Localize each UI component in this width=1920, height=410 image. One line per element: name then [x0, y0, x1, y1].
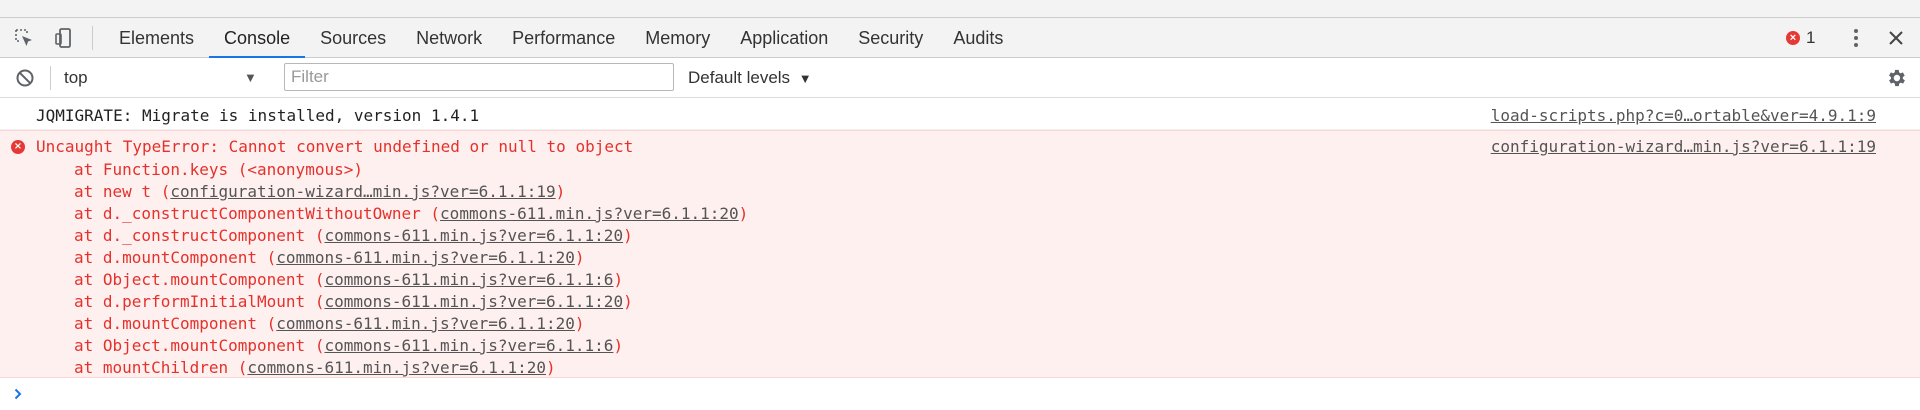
caret-down-icon: ▼ — [798, 71, 812, 86]
stack-frame-close-paren: ) — [353, 160, 363, 179]
toolbar-divider — [50, 66, 51, 90]
stack-frame: at mountChildren (commons-611.min.js?ver… — [74, 357, 748, 379]
tab-security[interactable]: Security — [843, 18, 938, 58]
context-value: top — [64, 68, 88, 87]
stack-frame-source-link[interactable]: commons-611.min.js?ver=6.1.1:20 — [247, 358, 546, 377]
window-top-strip — [0, 0, 1920, 18]
inspect-element-icon[interactable] — [6, 18, 42, 58]
stack-frame-function: at d.mountComponent ( — [74, 314, 277, 333]
stack-frame-function: at d.mountComponent ( — [74, 248, 277, 267]
context-selector[interactable]: top ▼ — [64, 64, 264, 92]
tab-elements[interactable]: Elements — [104, 18, 209, 58]
error-circle-icon: × — [1786, 31, 1800, 45]
stack-frame-source-link[interactable]: commons-611.min.js?ver=6.1.1:6 — [324, 336, 613, 355]
log-message-text: JQMIGRATE: Migrate is installed, version… — [36, 106, 480, 125]
stack-frame-source-link[interactable]: commons-611.min.js?ver=6.1.1:20 — [324, 226, 623, 245]
error-count-value: 1 — [1806, 28, 1816, 47]
tab-application[interactable]: Application — [725, 18, 843, 58]
console-prompt[interactable] — [0, 380, 1920, 408]
device-toolbar-icon[interactable] — [46, 18, 82, 58]
stack-frame-source-link[interactable]: commons-611.min.js?ver=6.1.1:20 — [324, 292, 623, 311]
error-headline: Uncaught TypeError: Cannot convert undef… — [36, 137, 634, 156]
stack-frame-function: at Function.keys ( — [74, 160, 248, 179]
stack-frame-source-link[interactable]: commons-611.min.js?ver=6.1.1:20 — [276, 314, 575, 333]
console-error-message: × Uncaught TypeError: Cannot convert und… — [0, 130, 1920, 378]
tab-network[interactable]: Network — [401, 18, 497, 58]
log-source-link[interactable]: load-scripts.php?c=0…ortable&ver=4.9.1:9 — [1491, 106, 1876, 125]
stack-frame-close-paren: ) — [623, 292, 633, 311]
stack-frame-function: at mountChildren ( — [74, 358, 248, 377]
stack-frame-source-link[interactable]: commons-611.min.js?ver=6.1.1:6 — [324, 270, 613, 289]
stack-frame-close-paren: ) — [574, 314, 585, 333]
error-circle-icon: × — [11, 140, 25, 154]
settings-gear-icon[interactable] — [1880, 58, 1912, 98]
error-source-link[interactable]: configuration-wizard…min.js?ver=6.1.1:19 — [1491, 137, 1876, 156]
caret-down-icon: ▼ — [244, 70, 257, 85]
tab-performance[interactable]: Performance — [497, 18, 630, 58]
stack-frame-close-paren: ) — [613, 336, 624, 355]
stack-frame-close-paren: ) — [623, 226, 633, 245]
stack-frame: at d._constructComponentWithoutOwner (co… — [74, 203, 748, 225]
stack-frame-source-link[interactable]: commons-611.min.js?ver=6.1.1:20 — [276, 248, 575, 267]
stack-frame-close-paren: ) — [555, 182, 566, 201]
console-toolbar: top ▼ Default levels ▼ — [0, 58, 1920, 98]
stack-frame-location: <anonymous> — [247, 160, 354, 179]
clear-console-icon[interactable] — [12, 58, 38, 98]
log-levels-dropdown[interactable]: Default levels ▼ — [688, 58, 812, 98]
console-messages: JQMIGRATE: Migrate is installed, version… — [0, 98, 1920, 410]
stack-frame: at Object.mountComponent (commons-611.mi… — [74, 335, 748, 357]
prompt-chevron-icon — [12, 384, 24, 404]
log-levels-label: Default levels — [688, 68, 791, 87]
more-menu-icon[interactable] — [1844, 18, 1868, 58]
stack-frame-function: at Object.mountComponent ( — [74, 336, 325, 355]
console-log-message: JQMIGRATE: Migrate is installed, version… — [0, 98, 1920, 130]
devtools-tab-bar: Elements Console Sources Network Performance… — [0, 18, 1920, 58]
stack-frame: at d._constructComponent (commons-611.mi… — [74, 225, 748, 247]
stack-frame: at Function.keys (<anonymous>) — [74, 159, 748, 181]
stack-frame-close-paren: ) — [613, 270, 624, 289]
tab-memory[interactable]: Memory — [630, 18, 725, 58]
stack-frame: at d.mountComponent (commons-611.min.js?… — [74, 313, 748, 335]
stack-frame-close-paren: ) — [546, 358, 556, 377]
stack-frame-close-paren: ) — [574, 248, 585, 267]
stack-frame-function: at new t ( — [74, 182, 171, 201]
tab-sources[interactable]: Sources — [305, 18, 401, 58]
tab-console[interactable]: Console — [209, 18, 306, 58]
error-counter[interactable]: × 1 — [1786, 18, 1815, 58]
stack-frame-function: at d._constructComponentWithoutOwner ( — [74, 204, 441, 223]
toolbar-divider — [92, 26, 93, 50]
error-stack-trace: at Function.keys (<anonymous>) at new t (… — [74, 159, 748, 379]
stack-frame: at d.performInitialMount (commons-611.mi… — [74, 291, 748, 313]
stack-frame: at Object.mountComponent (commons-611.mi… — [74, 269, 748, 291]
panel-tabs: Elements Console Sources Network Performance… — [104, 18, 1018, 58]
stack-frame-source-link[interactable]: configuration-wizard…min.js?ver=6.1.1:19 — [170, 182, 555, 201]
stack-frame-close-paren: ) — [738, 204, 749, 223]
tab-audits[interactable]: Audits — [938, 18, 1018, 58]
stack-frame-function: at d._constructComponent ( — [74, 226, 325, 245]
filter-input[interactable] — [284, 63, 674, 91]
stack-frame-source-link[interactable]: commons-611.min.js?ver=6.1.1:20 — [440, 204, 739, 223]
stack-frame-function: at Object.mountComponent ( — [74, 270, 325, 289]
stack-frame-function: at d.performInitialMount ( — [74, 292, 325, 311]
close-icon[interactable] — [1882, 18, 1910, 58]
stack-frame: at new t (configuration-wizard…min.js?ve… — [74, 181, 748, 203]
stack-frame: at d.mountComponent (commons-611.min.js?… — [74, 247, 748, 269]
